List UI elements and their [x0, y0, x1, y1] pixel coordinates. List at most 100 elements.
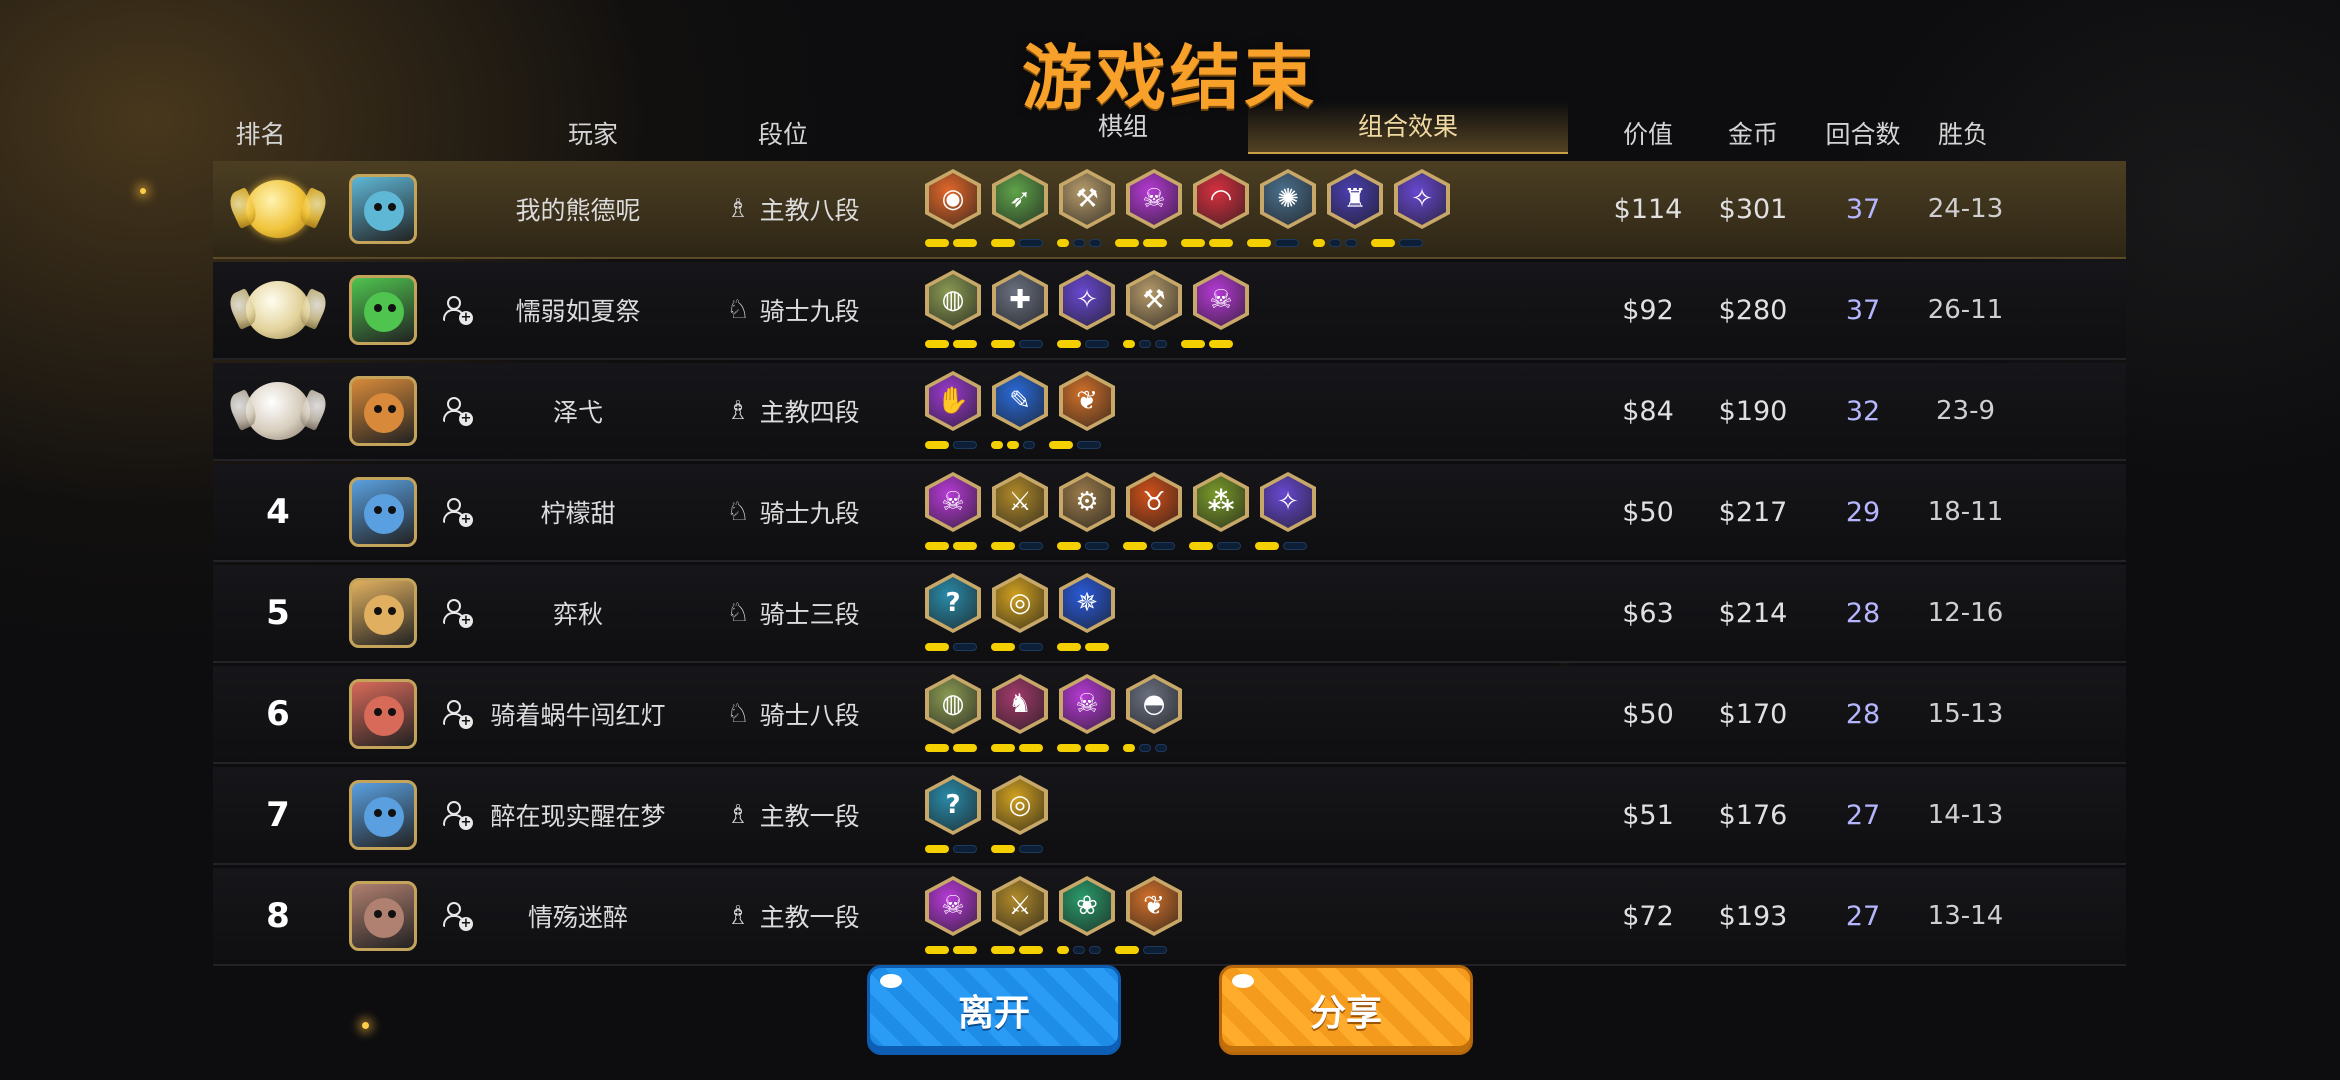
share-button-label: 分享	[1309, 993, 1382, 1034]
arc-icon[interactable]: ◠	[1193, 169, 1249, 229]
avatar[interactable]	[349, 780, 417, 850]
blades-icon[interactable]: ⚔	[992, 472, 1048, 532]
leave-button[interactable]: 离开	[867, 965, 1121, 1055]
paw-icon[interactable]: ❀	[1059, 876, 1115, 936]
skull-icon[interactable]: ☠	[1059, 674, 1115, 734]
synergy-tier-segment	[1399, 239, 1423, 247]
synergy-glyph: ✧	[1398, 173, 1446, 225]
avatar-cell	[343, 868, 423, 964]
hook-icon[interactable]: ?	[925, 775, 981, 835]
value-cell: $114	[1608, 161, 1688, 257]
gold-text: $280	[1718, 294, 1788, 326]
add-friend-icon[interactable]: +	[443, 396, 473, 426]
rank-cell: 5	[243, 565, 313, 661]
rounds-cell: 28	[1813, 565, 1913, 661]
fish-icon[interactable]: ✧	[1394, 169, 1450, 229]
knight-piece-icon[interactable]: ♞	[992, 674, 1048, 734]
player-name-cell: 我的熊德呢	[483, 161, 673, 257]
avatar-eye	[388, 607, 396, 615]
table-row[interactable]: 8 + 情殇迷醉 ♗ 主教一段 ☠ ⚔ ❀ ❦ $72 $193 27 13-14	[213, 868, 2126, 966]
egg-icon[interactable]: ◍	[925, 270, 981, 330]
mech-icon[interactable]: ◉	[925, 169, 981, 229]
leaf-icon[interactable]: ❦	[1126, 876, 1182, 936]
demon-icon[interactable]: ♜	[1327, 169, 1383, 229]
avatar[interactable]	[349, 376, 417, 446]
synergy-tier-segment	[1255, 542, 1279, 550]
synergy-tier-segment	[1189, 542, 1213, 550]
table-row[interactable]: 5 + 弈秋 ♘ 骑士三段? ◎ ✵ $63 $214 28 12-16	[213, 565, 2126, 663]
avatar[interactable]	[349, 578, 417, 648]
share-button[interactable]: 分享	[1219, 965, 1473, 1055]
ring-icon[interactable]: ◎	[992, 775, 1048, 835]
winloss-text: 15-13	[1927, 699, 2004, 729]
egg-icon[interactable]: ◍	[925, 674, 981, 734]
avatar-eye	[388, 405, 396, 413]
hook-icon[interactable]: ?	[925, 573, 981, 633]
hand-icon[interactable]: ✋	[925, 371, 981, 431]
synergy-tier-segment	[1313, 239, 1325, 247]
add-friend-icon[interactable]: +	[443, 901, 473, 931]
avatar-face	[364, 292, 404, 332]
avatar-eye	[388, 910, 396, 918]
add-friend-icon[interactable]: +	[443, 699, 473, 729]
add-friend-icon[interactable]: +	[443, 800, 473, 830]
tab-lineup[interactable]: 棋组	[1063, 102, 1183, 152]
cross-icon[interactable]: ✚	[992, 270, 1048, 330]
orb-icon[interactable]: ✺	[1260, 169, 1316, 229]
triad-icon[interactable]: ⁂	[1193, 472, 1249, 532]
avatar[interactable]	[349, 881, 417, 951]
synergy-tier-segment	[953, 239, 977, 247]
table-row[interactable]: 6 + 骑着蜗牛闯红灯 ♘ 骑士八段 ◍ ♞ ☠ ◓ $50 $170 28 15-13	[213, 666, 2126, 764]
knight-icon: ♘	[726, 598, 750, 628]
axe-icon[interactable]: ⚒	[1059, 169, 1115, 229]
avatar[interactable]	[349, 679, 417, 749]
synergy-tier-group	[991, 946, 1047, 955]
table-row[interactable]: + 懦弱如夏祭 ♘ 骑士九段 ◍ ✚ ✧ ⚒ ☠ $92 $280 37 26-11	[213, 262, 2126, 360]
table-row[interactable]: 我的熊德呢 ♗ 主教八段 ◉ ➶ ⚒ ☠ ◠ ✺ ♜ ✧ $114 $301 37 24-13	[213, 161, 2126, 259]
avatar[interactable]	[349, 174, 417, 244]
feather-icon[interactable]: ✎	[992, 371, 1048, 431]
tier-cell: ♘ 骑士九段	[713, 262, 873, 358]
avatar[interactable]	[349, 275, 417, 345]
synergy-tier-segment	[1275, 239, 1299, 247]
goblin-icon[interactable]: ♉	[1126, 472, 1182, 532]
tab-synergy[interactable]: 组合效果	[1248, 102, 1568, 154]
synergy-tier-group	[1057, 744, 1113, 753]
add-friend-icon[interactable]: +	[443, 497, 473, 527]
leave-button-label: 离开	[957, 993, 1030, 1034]
gold-cell: $170	[1708, 666, 1798, 762]
synergy-tier-segment	[1123, 744, 1135, 752]
synergy-list: ◍ ♞ ☠ ◓	[925, 666, 1485, 762]
fish-icon[interactable]: ✧	[1260, 472, 1316, 532]
synergy-progress	[925, 441, 1115, 450]
bishop-icon: ♗	[726, 800, 750, 830]
skull-icon[interactable]: ☠	[1193, 270, 1249, 330]
synergy-tier-group	[1181, 239, 1237, 248]
leaf-icon[interactable]: ❦	[1059, 371, 1115, 431]
helmet-icon[interactable]: ◓	[1126, 674, 1182, 734]
add-friend-icon[interactable]: +	[443, 598, 473, 628]
skull-icon[interactable]: ☠	[925, 472, 981, 532]
dragon-icon[interactable]: ✵	[1059, 573, 1115, 633]
synergy-tier-segment	[1057, 340, 1081, 348]
ring-icon[interactable]: ◎	[992, 573, 1048, 633]
skull-icon[interactable]: ☠	[925, 876, 981, 936]
fish-icon[interactable]: ✧	[1059, 270, 1115, 330]
gear-icon[interactable]: ⚙	[1059, 472, 1115, 532]
player-name-cell: 泽弋	[483, 363, 673, 459]
blades-icon[interactable]: ⚔	[992, 876, 1048, 936]
axe-icon[interactable]: ⚒	[1126, 270, 1182, 330]
rounds-cell: 27	[1813, 767, 1913, 863]
add-friend-icon[interactable]: +	[443, 295, 473, 325]
table-row[interactable]: 7 + 醉在现实醒在梦 ♗ 主教一段? ◎ $51 $176 27 14-13	[213, 767, 2126, 865]
value-text: $50	[1622, 698, 1674, 730]
ranger-icon[interactable]: ➶	[992, 169, 1048, 229]
table-row[interactable]: + 泽弋 ♗ 主教四段 ✋ ✎ ❦ $84 $190 32 23-9	[213, 363, 2126, 461]
avatar-face	[364, 191, 404, 231]
avatar[interactable]	[349, 477, 417, 547]
skull-icon[interactable]: ☠	[1126, 169, 1182, 229]
table-row[interactable]: 4 + 柠檬甜 ♘ 骑士九段 ☠ ⚔ ⚙ ♉ ⁂ ✧ $50 $217 29 18-11	[213, 464, 2126, 562]
winloss-text: 12-16	[1927, 598, 2004, 628]
gold-text: $190	[1718, 395, 1788, 427]
rank-number: 8	[266, 896, 290, 936]
